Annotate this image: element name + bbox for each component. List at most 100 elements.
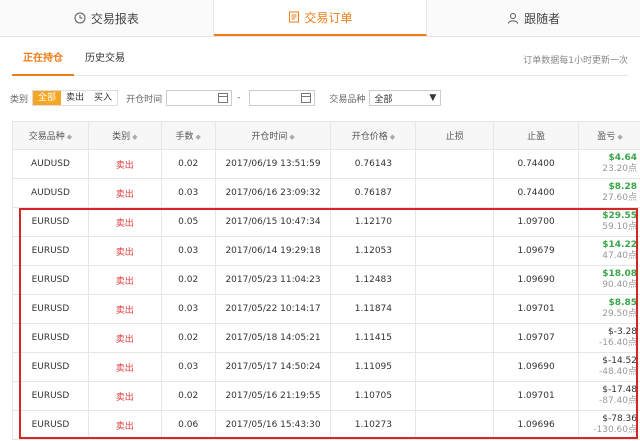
- table-row: EURUSD 卖出 0.02 2017/05/18 14:05:21 1.11415 1.…: [12, 323, 640, 353]
- cell-symbol: EURUSD: [12, 294, 89, 324]
- calendar-icon[interactable]: [301, 93, 312, 103]
- cell-time: 2017/05/16 15:43:30: [214, 410, 332, 440]
- cell-sl: [415, 265, 495, 295]
- symbol-select[interactable]: 全部 ▼: [369, 90, 442, 106]
- column-header-label: 止损: [445, 132, 464, 142]
- cell-price: 0.76187: [330, 178, 417, 208]
- table-row: EURUSD 卖出 0.02 2017/05/23 11:04:23 1.12483 1.…: [12, 265, 640, 295]
- column-header[interactable]: 盈亏 ◆: [578, 121, 640, 150]
- profit-amount: $8.28: [608, 182, 637, 192]
- clock-icon: [74, 12, 86, 24]
- profit-points: 90.40点: [602, 280, 637, 290]
- sort-icon[interactable]: ◆: [67, 133, 72, 141]
- column-header[interactable]: 交易品种 ◆: [12, 121, 89, 150]
- cell-symbol: EURUSD: [12, 352, 89, 382]
- cell-sl: [415, 178, 495, 208]
- sort-icon[interactable]: ◆: [289, 133, 294, 141]
- profit-points: 47.40点: [602, 251, 637, 261]
- cell-symbol: EURUSD: [12, 410, 89, 440]
- profit-amount: $-78.36: [602, 414, 637, 424]
- cell-type: 卖出: [87, 352, 162, 382]
- cell-time: 2017/05/18 14:05:21: [214, 323, 332, 353]
- symbol-select-value: 全部: [374, 94, 393, 105]
- column-header[interactable]: 开仓价格 ◆: [330, 121, 417, 150]
- cell-price: 1.10273: [330, 410, 417, 440]
- cell-price: 1.10705: [330, 381, 417, 411]
- cell-profit: $14.22 47.40点: [578, 236, 640, 266]
- table-row: AUDUSD 卖出 0.03 2017/06/16 23:09:32 0.76187 0.…: [12, 178, 640, 208]
- cell-sl: [415, 207, 495, 237]
- start-date-input[interactable]: [166, 90, 233, 106]
- sort-icon[interactable]: ◆: [617, 133, 622, 141]
- column-header-label: 止盈: [527, 132, 546, 142]
- profit-amount: $8.85: [608, 298, 637, 308]
- cell-profit: $-14.52 -48.40点: [578, 352, 640, 382]
- sort-icon[interactable]: ◆: [132, 133, 137, 141]
- cell-profit: $4.64 23.20点: [578, 149, 640, 179]
- column-header-label: 交易品种: [28, 132, 65, 142]
- profit-amount: $18.08: [602, 269, 637, 279]
- tab-trade-orders[interactable]: 交易订单: [213, 0, 428, 36]
- cell-price: 1.11415: [330, 323, 417, 353]
- sort-icon[interactable]: ◆: [195, 133, 200, 141]
- cell-price: 1.11874: [330, 294, 417, 324]
- tab-label: 交易报表: [90, 11, 139, 26]
- cell-tp: 0.74400: [493, 149, 580, 179]
- cell-sl: [415, 149, 495, 179]
- cell-type: 卖出: [87, 381, 162, 411]
- cell-sl: [415, 381, 495, 411]
- cell-lots: 0.05: [160, 207, 216, 237]
- cell-price: 1.12170: [330, 207, 417, 237]
- subtab-open-positions[interactable]: 正在持仓: [12, 44, 74, 76]
- filter-bar: 类别 全部 卖出 买入 开仓时间 - 交易品种 全部 ▼: [10, 90, 442, 106]
- profit-points: -130.60点: [593, 425, 637, 435]
- table-row: EURUSD 卖出 0.03 2017/06/14 19:29:18 1.12053 1.…: [12, 236, 640, 266]
- cell-lots: 0.02: [160, 149, 216, 179]
- cell-profit: $18.08 90.40点: [578, 265, 640, 295]
- cell-time: 2017/06/19 13:51:59: [214, 149, 332, 179]
- tab-label: 跟随者: [524, 11, 561, 26]
- profit-points: -48.40点: [598, 367, 637, 377]
- cell-symbol: EURUSD: [12, 323, 89, 353]
- profit-amount: $-3.28: [607, 327, 637, 337]
- type-buy-button[interactable]: 买入: [89, 91, 117, 105]
- tab-followers[interactable]: 跟随者: [427, 0, 640, 36]
- type-all-button[interactable]: 全部: [33, 91, 62, 105]
- column-header[interactable]: 开仓时间 ◆: [214, 121, 332, 150]
- cell-type: 卖出: [87, 236, 162, 266]
- cell-symbol: AUDUSD: [12, 149, 89, 179]
- column-header[interactable]: 止盈: [493, 121, 580, 150]
- column-header[interactable]: 手数 ◆: [160, 121, 216, 150]
- column-header[interactable]: 止损: [415, 121, 495, 150]
- cell-profit: $8.28 27.60点: [578, 178, 640, 208]
- subtab-history[interactable]: 历史交易: [74, 44, 136, 76]
- profit-amount: $-14.52: [602, 356, 637, 366]
- calendar-icon[interactable]: [218, 93, 229, 103]
- main-tabs: 交易报表 交易订单 跟随者: [0, 0, 640, 37]
- cell-type: 卖出: [87, 149, 162, 179]
- column-header[interactable]: 类别 ◆: [87, 121, 162, 150]
- cell-type: 卖出: [87, 207, 162, 237]
- cell-profit: $29.55 59.10点: [578, 207, 640, 237]
- column-header-label: 类别: [112, 132, 131, 142]
- profit-points: 29.50点: [602, 309, 637, 319]
- cell-time: 2017/05/16 21:19:55: [214, 381, 332, 411]
- cell-time: 2017/06/16 23:09:32: [214, 178, 332, 208]
- end-date-input[interactable]: [249, 90, 316, 106]
- cell-sl: [415, 294, 495, 324]
- cell-symbol: AUDUSD: [12, 178, 89, 208]
- cell-sl: [415, 410, 495, 440]
- profit-amount: $29.55: [602, 211, 637, 221]
- cell-time: 2017/05/22 10:14:17: [214, 294, 332, 324]
- column-header-label: 开仓价格: [351, 132, 388, 142]
- type-sell-button[interactable]: 卖出: [61, 91, 89, 105]
- profit-points: 23.20点: [602, 164, 637, 174]
- column-header-label: 手数: [175, 132, 194, 142]
- cell-symbol: EURUSD: [12, 381, 89, 411]
- tab-trade-report[interactable]: 交易报表: [0, 0, 214, 36]
- profit-amount: $-17.48: [602, 385, 637, 395]
- column-header-label: 盈亏: [597, 132, 616, 142]
- table-row: AUDUSD 卖出 0.02 2017/06/19 13:51:59 0.76143 0.…: [12, 149, 640, 179]
- cell-tp: 0.74400: [493, 178, 580, 208]
- sort-icon[interactable]: ◆: [390, 133, 395, 141]
